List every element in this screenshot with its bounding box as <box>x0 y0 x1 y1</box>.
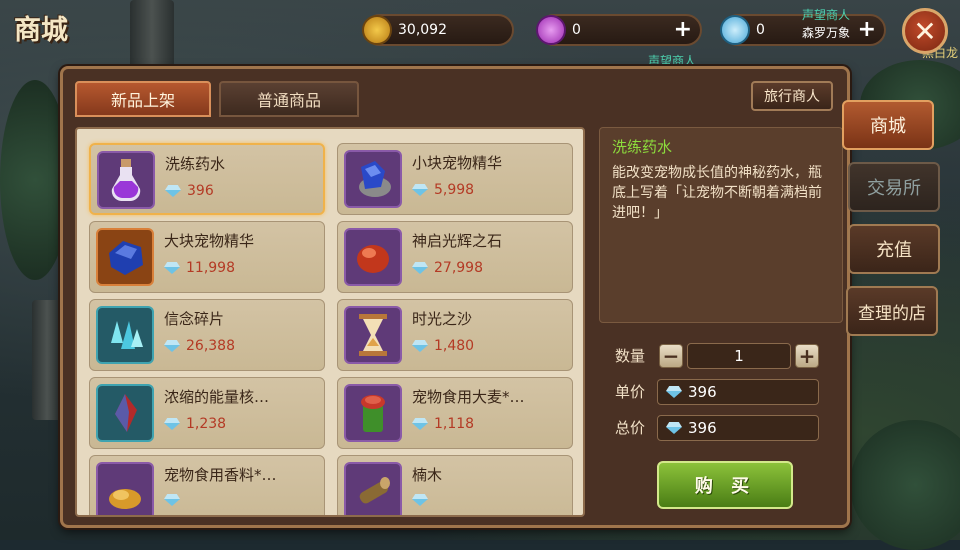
item-detail-box: 洗练药水 能改变宠物成长值的神秘药水，瓶底上写着「让宠物不断朝着满档前进吧！」 <box>599 127 843 323</box>
item-card[interactable]: 楠木 <box>337 455 573 515</box>
diamond-icon <box>412 418 428 430</box>
diamond-icon <box>412 262 428 274</box>
item-price: 5,998 <box>412 182 474 198</box>
wood-icon <box>344 462 402 515</box>
diamond-icon <box>164 262 180 274</box>
diamond-icon <box>165 185 181 197</box>
item-card[interactable]: 时光之沙 1,480 <box>337 299 573 371</box>
buy-button[interactable]: 购 买 <box>657 461 793 509</box>
item-card[interactable]: 浓缩的能量核… 1,238 <box>89 377 325 449</box>
item-card[interactable]: 信念碎片 26,388 <box>89 299 325 371</box>
item-price <box>164 494 186 506</box>
crystal-counter: 0 + <box>536 14 702 46</box>
unit-price-label: 单价 <box>615 383 646 401</box>
diamond-icon <box>164 340 180 352</box>
side-tab-shop[interactable]: 商城 <box>842 100 934 150</box>
item-card[interactable]: 宠物食用香料*… <box>89 455 325 515</box>
item-card[interactable]: 小块宠物精华 5,998 <box>337 143 573 215</box>
diamond-icon <box>412 494 428 506</box>
close-button[interactable]: ✕ <box>902 8 948 54</box>
item-price: 1,480 <box>412 338 474 354</box>
item-price: 396 <box>165 183 214 199</box>
item-name: 神启光辉之石 <box>412 232 503 250</box>
item-price: 1,118 <box>412 416 474 432</box>
detail-title: 洗练药水 <box>612 138 673 156</box>
total-price-field: 396 <box>657 415 819 441</box>
item-price: 1,238 <box>164 416 226 432</box>
item-name: 小块宠物精华 <box>412 154 503 172</box>
tab-new-arrivals[interactable]: 新品上架 <box>75 81 211 117</box>
quantity-label: 数量 <box>615 347 646 365</box>
item-name: 楠木 <box>412 466 443 484</box>
item-price: 27,998 <box>412 260 483 276</box>
item-name: 大块宠物精华 <box>164 232 255 250</box>
item-price <box>412 494 434 506</box>
side-tab-recharge[interactable]: 充值 <box>848 224 940 274</box>
energy-core-icon <box>96 384 154 442</box>
item-card[interactable]: 洗练药水 396 <box>89 143 325 215</box>
decrease-quantity-button[interactable]: − <box>659 344 683 368</box>
gold-coin-icon <box>362 15 392 45</box>
item-name: 宠物食用香料*… <box>164 466 277 484</box>
item-name: 洗练药水 <box>165 155 226 173</box>
spice-icon <box>96 462 154 515</box>
tab-regular-items[interactable]: 普通商品 <box>219 81 359 117</box>
item-name: 时光之沙 <box>412 310 473 328</box>
red-stone-icon <box>344 228 402 286</box>
quantity-field[interactable]: 1 <box>687 343 791 369</box>
item-card[interactable]: 宠物食用大麦*… 1,118 <box>337 377 573 449</box>
hourglass-icon <box>344 306 402 364</box>
diamond-icon <box>666 386 682 398</box>
diamond-icon <box>412 184 428 196</box>
npc-label-sub: 森罗万象 <box>802 26 851 40</box>
diamond-icon <box>164 418 180 430</box>
crystal-shards-icon <box>96 306 154 364</box>
close-icon: ✕ <box>913 14 937 48</box>
purple-crystal-icon <box>536 15 566 45</box>
diamond-icon <box>720 15 750 45</box>
total-price-label: 总价 <box>615 419 646 437</box>
npc-label-top: 声望商人 <box>802 8 851 22</box>
unit-price-field: 396 <box>657 379 819 405</box>
diamond-amount: 0 <box>756 22 765 38</box>
diamond-icon <box>164 494 180 506</box>
blue-crystal-icon <box>344 150 402 208</box>
page-title: 商城 <box>14 15 68 46</box>
potion-icon <box>97 151 155 209</box>
gold-counter: 30,092 <box>362 14 514 46</box>
item-grid[interactable]: 洗练药水 396 小块宠物精华 5,998 大块宠物精华 11,998 神启光辉… <box>75 127 585 517</box>
increase-quantity-button[interactable]: + <box>795 344 819 368</box>
side-tab-charlie-shop[interactable]: 查理的店 <box>846 286 938 336</box>
barley-icon <box>344 384 402 442</box>
item-price: 26,388 <box>164 338 235 354</box>
add-crystal-button[interactable]: + <box>674 18 692 42</box>
shop-panel: 新品上架 普通商品 旅行商人 洗练药水 396 小块宠物精华 5,998 大块宠… <box>60 66 850 528</box>
item-name: 信念碎片 <box>164 310 225 328</box>
detail-description: 能改变宠物成长值的神秘药水，瓶底上写着「让宠物不断朝着满档前进吧！」 <box>612 165 822 221</box>
side-tab-exchange[interactable]: 交易所 <box>848 162 940 212</box>
diamond-icon <box>666 422 682 434</box>
item-price: 11,998 <box>164 260 235 276</box>
item-card[interactable]: 神启光辉之石 27,998 <box>337 221 573 293</box>
item-card[interactable]: 大块宠物精华 11,998 <box>89 221 325 293</box>
item-name: 浓缩的能量核… <box>164 388 270 406</box>
blue-gem-icon <box>96 228 154 286</box>
item-name: 宠物食用大麦*… <box>412 388 525 406</box>
diamond-icon <box>412 340 428 352</box>
add-diamond-button[interactable]: + <box>858 18 876 42</box>
crystal-amount: 0 <box>572 22 581 38</box>
traveling-merchant-button[interactable]: 旅行商人 <box>751 81 833 111</box>
gold-amount: 30,092 <box>398 22 447 38</box>
